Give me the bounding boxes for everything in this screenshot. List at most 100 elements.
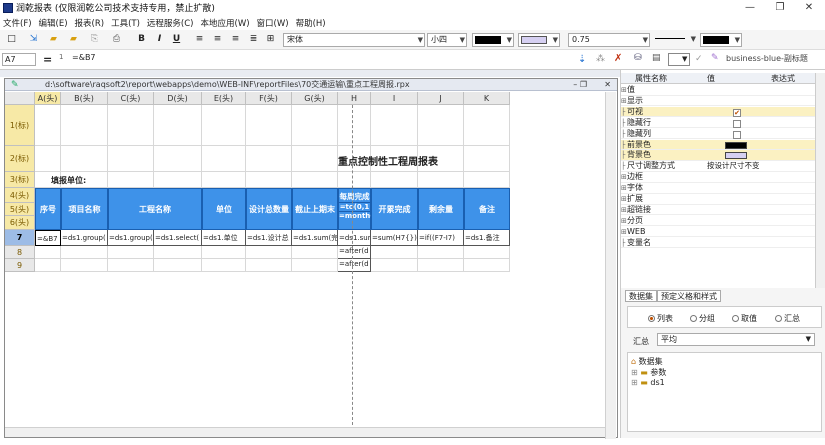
- property-row[interactable]: ⊞ 值: [621, 85, 815, 96]
- formula-cell[interactable]: =if((F7-I7): [418, 230, 464, 246]
- property-row[interactable]: ├ 尺寸调整方式 按设计尺寸不变: [621, 161, 815, 172]
- grid-cell[interactable]: [371, 172, 418, 188]
- corner-cell[interactable]: [5, 92, 35, 105]
- property-row[interactable]: ⊞ WEB: [621, 227, 815, 238]
- new-file-icon[interactable]: □: [5, 33, 18, 46]
- grid-cell[interactable]: [108, 146, 154, 172]
- grid-cell[interactable]: [154, 246, 202, 259]
- column-header[interactable]: D(头): [154, 92, 202, 105]
- menu-window[interactable]: 窗口(W): [257, 17, 289, 29]
- menu-local-app[interactable]: 本地应用(W): [201, 17, 250, 29]
- clear-icon[interactable]: ✗: [614, 53, 622, 64]
- column-header[interactable]: J: [418, 92, 464, 105]
- formula-cell[interactable]: =ds1.单位: [202, 230, 246, 246]
- border-color-select[interactable]: ▼: [700, 33, 742, 47]
- column-header[interactable]: E(头): [202, 92, 246, 105]
- grid-cell[interactable]: [338, 172, 371, 188]
- database-icon[interactable]: ⛁: [634, 53, 642, 63]
- grid-cell[interactable]: [108, 172, 154, 188]
- close-button[interactable]: ✕: [797, 0, 821, 15]
- grid-cell[interactable]: [35, 246, 61, 259]
- property-row[interactable]: ⊞ 边框: [621, 172, 815, 183]
- row-header[interactable]: 4(头): [5, 188, 35, 203]
- border-style-select[interactable]: ▼: [652, 33, 697, 47]
- preview-icon[interactable]: ⎙: [110, 33, 123, 46]
- align-left-icon[interactable]: ≡: [193, 33, 206, 46]
- formula-cell[interactable]: =after(d: [338, 259, 371, 272]
- row-header[interactable]: 3(标): [5, 172, 35, 188]
- grid-cell[interactable]: [108, 246, 154, 259]
- grid-cell[interactable]: [292, 172, 338, 188]
- column-header[interactable]: K: [464, 92, 510, 105]
- align-right-icon[interactable]: ≡: [229, 33, 242, 46]
- grid-cell[interactable]: [292, 259, 338, 272]
- radio-group[interactable]: 分组: [690, 313, 715, 324]
- grid-cell[interactable]: [202, 146, 246, 172]
- grid-cell[interactable]: [202, 259, 246, 272]
- grid-cell[interactable]: [61, 105, 108, 146]
- property-row[interactable]: ├ 背景色: [621, 150, 815, 161]
- grid-cell[interactable]: [464, 172, 510, 188]
- header-cell[interactable]: 项目名称: [61, 188, 108, 230]
- formula-input[interactable]: =&B7: [72, 53, 96, 62]
- tab-predefined-styles[interactable]: 预定义格和样式: [657, 290, 721, 302]
- header-cell[interactable]: 剩余量: [418, 188, 464, 230]
- header-cell[interactable]: 开累完成: [371, 188, 418, 230]
- grid-cell[interactable]: [154, 259, 202, 272]
- row-header[interactable]: 2(标): [5, 146, 35, 172]
- grid-cell[interactable]: [338, 105, 371, 146]
- grid-cell[interactable]: [35, 146, 61, 172]
- row-header[interactable]: 6(头): [5, 216, 35, 230]
- grid-cell[interactable]: [154, 172, 202, 188]
- property-row[interactable]: ⊞ 字体: [621, 183, 815, 194]
- grid-cell[interactable]: [464, 246, 510, 259]
- formula-cell[interactable]: =ds1.sum(完: [292, 230, 338, 246]
- formula-cell[interactable]: =&B7: [35, 230, 61, 246]
- open-folder-icon[interactable]: ▰: [47, 33, 60, 46]
- row-header[interactable]: 8: [5, 246, 35, 259]
- grid-cell[interactable]: [61, 246, 108, 259]
- menu-remote-service[interactable]: 远程服务(C): [147, 17, 194, 29]
- radio-summary[interactable]: 汇总: [775, 313, 800, 324]
- property-row[interactable]: ⊞ 扩展: [621, 194, 815, 205]
- column-header[interactable]: C(头): [108, 92, 154, 105]
- grid-cell[interactable]: [246, 172, 292, 188]
- property-value[interactable]: 按设计尺寸不变: [707, 161, 760, 172]
- menu-tools[interactable]: 工具(T): [111, 17, 140, 29]
- grid-cell[interactable]: [292, 105, 338, 146]
- column-header[interactable]: A(头): [35, 92, 61, 105]
- grid-cell[interactable]: [202, 246, 246, 259]
- property-row[interactable]: ⊞ 分页: [621, 216, 815, 227]
- color-swatch[interactable]: [725, 141, 747, 149]
- grid-cell[interactable]: [202, 105, 246, 146]
- style-select[interactable]: business-blue-副标题: [726, 53, 823, 66]
- menu-file[interactable]: 文件(F): [3, 17, 32, 29]
- grid-cell[interactable]: [371, 105, 418, 146]
- grid-cell[interactable]: [108, 259, 154, 272]
- row-header[interactable]: 5(头): [5, 203, 35, 216]
- property-row[interactable]: ⊞ 显示: [621, 96, 815, 107]
- background-color-select[interactable]: ▼: [518, 33, 560, 47]
- property-row[interactable]: ├ 前景色: [621, 139, 815, 151]
- restore-icon[interactable]: – ❐: [573, 79, 587, 91]
- header-cell[interactable]: 设计总数量: [246, 188, 292, 230]
- grid-cell[interactable]: [108, 105, 154, 146]
- grid-cell[interactable]: [35, 259, 61, 272]
- italic-icon[interactable]: I: [153, 33, 166, 46]
- grid-cell[interactable]: [61, 259, 108, 272]
- column-header[interactable]: F(头): [246, 92, 292, 105]
- grid-cell[interactable]: [154, 146, 202, 172]
- grid-cell[interactable]: [35, 105, 61, 146]
- font-name-select[interactable]: 宋体 ▼: [283, 33, 425, 47]
- formula-cell[interactable]: =ds1.group(: [61, 230, 108, 246]
- header-cell[interactable]: 序号: [35, 188, 61, 230]
- grid-cell[interactable]: [418, 246, 464, 259]
- summary-select[interactable]: 平均 ▼: [657, 333, 815, 346]
- column-header[interactable]: G(头): [292, 92, 338, 105]
- grid-cell[interactable]: [418, 172, 464, 188]
- grid-cell[interactable]: [246, 105, 292, 146]
- grid-cell[interactable]: [61, 146, 108, 172]
- row-header[interactable]: 9: [5, 259, 35, 272]
- font-size-select[interactable]: 小四 ▼: [427, 33, 467, 47]
- grid-icon[interactable]: ▤: [652, 53, 661, 63]
